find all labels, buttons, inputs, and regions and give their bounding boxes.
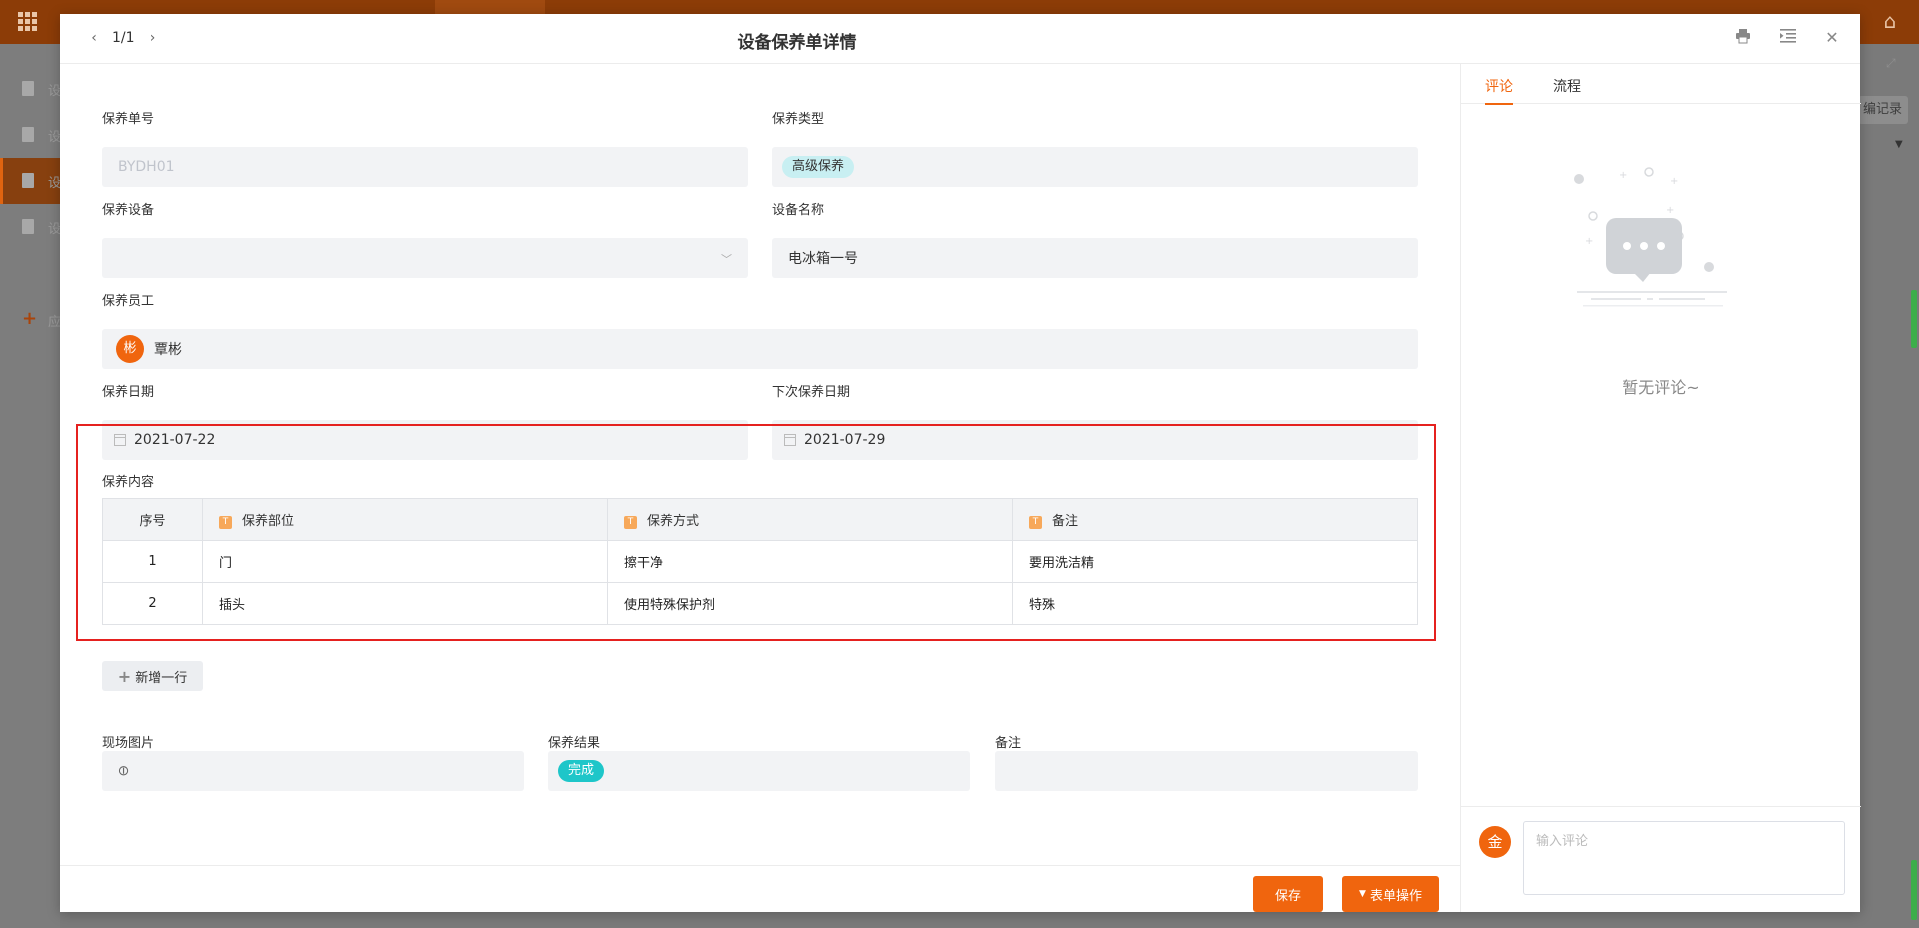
- staff-name: 覃彬: [154, 342, 182, 358]
- column-header-no: 序号: [102, 498, 203, 541]
- text-type-icon: T: [219, 516, 232, 529]
- order-no-value: BYDH01: [118, 159, 175, 175]
- scrollbar-thumb[interactable]: [1911, 860, 1917, 920]
- caret-down-icon[interactable]: ▼: [1895, 139, 1903, 150]
- equipment-select[interactable]: ﹀: [102, 238, 748, 278]
- indent-icon[interactable]: [1778, 28, 1798, 48]
- caret-down-icon: ▼: [1359, 889, 1366, 899]
- apps-grid-icon[interactable]: [18, 12, 38, 32]
- chevron-down-icon: ﹀: [721, 253, 732, 266]
- document-icon: [22, 127, 34, 142]
- cell-method[interactable]: 擦干净: [607, 540, 1013, 583]
- equipment-name-value: 电冰箱一号: [788, 251, 858, 267]
- cell-no: 2: [102, 582, 203, 625]
- text-type-icon: T: [1029, 516, 1042, 529]
- paperclip-icon: ⊘: [114, 761, 134, 781]
- maintenance-detail-dialog: ‹ 1/1 › 设备保养单详情 ✕ 保养单号 BYDH01 保养类型 高级保养 …: [60, 14, 1861, 912]
- remark-field[interactable]: [995, 751, 1418, 791]
- column-header-note: T 备注: [1012, 498, 1418, 541]
- form-actions-button[interactable]: ▼ 表单操作: [1342, 876, 1439, 912]
- current-user-avatar: 金: [1479, 826, 1511, 858]
- home-icon[interactable]: ⌂: [1879, 10, 1901, 32]
- type-label: 保养类型: [772, 112, 825, 127]
- empty-comments-illustration: + + + +: [1571, 164, 1741, 334]
- staff-label: 保养员工: [102, 294, 155, 309]
- cell-note[interactable]: 要用洗洁精: [1012, 540, 1418, 583]
- comments-panel: 评论 流程 + + + + 暂无评论~ 金 输入评论: [1460, 64, 1861, 912]
- table-header-row: 序号 T 保养部位 T 保养方式 T 备注: [102, 498, 1418, 541]
- svg-text:+: +: [1619, 170, 1627, 181]
- dialog-header: ‹ 1/1 › 设备保养单详情 ✕: [60, 14, 1860, 64]
- scrollbar-thumb[interactable]: [1911, 290, 1917, 348]
- sidebar-item-active[interactable]: 设: [0, 158, 61, 204]
- column-header-part: T 保养部位: [202, 498, 608, 541]
- side-tabs: 评论 流程: [1461, 64, 1861, 105]
- cell-method[interactable]: 使用特殊保护剂: [607, 582, 1013, 625]
- svg-text:+: +: [1585, 236, 1593, 247]
- photo-label: 现场图片: [102, 736, 155, 751]
- comment-input[interactable]: [1523, 821, 1845, 895]
- document-icon: [22, 219, 34, 234]
- plus-icon: +: [117, 666, 132, 686]
- staff-avatar: 彬: [116, 335, 144, 363]
- equipment-label: 保养设备: [102, 203, 155, 218]
- type-tag: 高级保养: [782, 156, 855, 178]
- app-sidebar: 设 设 设 设 + 应: [0, 44, 61, 928]
- bg-record-button[interactable]: 编记录: [1858, 96, 1908, 124]
- table-row[interactable]: 2 插头 使用特殊保护剂 特殊: [102, 582, 1418, 625]
- app-active-tab[interactable]: [435, 0, 545, 14]
- sidebar-item[interactable]: 设: [0, 204, 61, 250]
- fullscreen-icon[interactable]: ⤢: [1886, 56, 1896, 71]
- comment-composer: 金: [1461, 806, 1861, 912]
- cell-part[interactable]: 门: [202, 540, 608, 583]
- result-tag: 完成: [558, 760, 605, 782]
- close-icon[interactable]: ✕: [1822, 28, 1842, 48]
- text-type-icon: T: [624, 516, 637, 529]
- staff-field[interactable]: 彬 覃彬: [102, 329, 1418, 369]
- dialog-title: 设备保养单详情: [737, 33, 857, 53]
- remark-label: 备注: [995, 736, 1022, 751]
- order-no-label: 保养单号: [102, 112, 155, 127]
- column-header-method: T 保养方式: [607, 498, 1013, 541]
- sidebar-item[interactable]: 设: [0, 66, 61, 112]
- photo-upload[interactable]: ⊘: [102, 751, 524, 791]
- equipment-name-field[interactable]: 电冰箱一号: [772, 238, 1418, 278]
- document-icon: [22, 173, 34, 188]
- type-field[interactable]: 高级保养: [772, 147, 1418, 187]
- empty-comments-text: 暂无评论~: [1622, 378, 1700, 397]
- add-row-button[interactable]: + 新增一行: [102, 661, 203, 691]
- sidebar-item[interactable]: 设: [0, 112, 61, 158]
- cell-no: 1: [102, 540, 203, 583]
- tab-workflow[interactable]: 流程: [1553, 76, 1581, 96]
- order-no-field: BYDH01: [102, 147, 748, 187]
- add-app-plus-icon[interactable]: +: [22, 308, 37, 329]
- table-row[interactable]: 1 门 擦干净 要用洗洁精: [102, 540, 1418, 583]
- tab-comments[interactable]: 评论: [1485, 76, 1513, 105]
- save-button[interactable]: 保存: [1253, 876, 1323, 912]
- document-icon: [22, 81, 34, 96]
- result-field[interactable]: 完成: [548, 751, 970, 791]
- cell-part[interactable]: 插头: [202, 582, 608, 625]
- date-label: 保养日期: [102, 385, 155, 400]
- maintenance-content-table: 序号 T 保养部位 T 保养方式 T 备注 1 门 擦干净 要用洗洁精 2 插头 使用…: [102, 498, 1418, 625]
- result-label: 保养结果: [548, 736, 601, 751]
- content-label: 保养内容: [102, 475, 155, 490]
- cell-note[interactable]: 特殊: [1012, 582, 1418, 625]
- svg-text:+: +: [1670, 176, 1678, 187]
- next-date-label: 下次保养日期: [772, 385, 851, 400]
- equipment-name-label: 设备名称: [772, 203, 825, 218]
- svg-text:+: +: [1666, 205, 1674, 216]
- dialog-footer: 保存 ▼ 表单操作: [60, 865, 1460, 912]
- print-icon[interactable]: [1733, 28, 1753, 48]
